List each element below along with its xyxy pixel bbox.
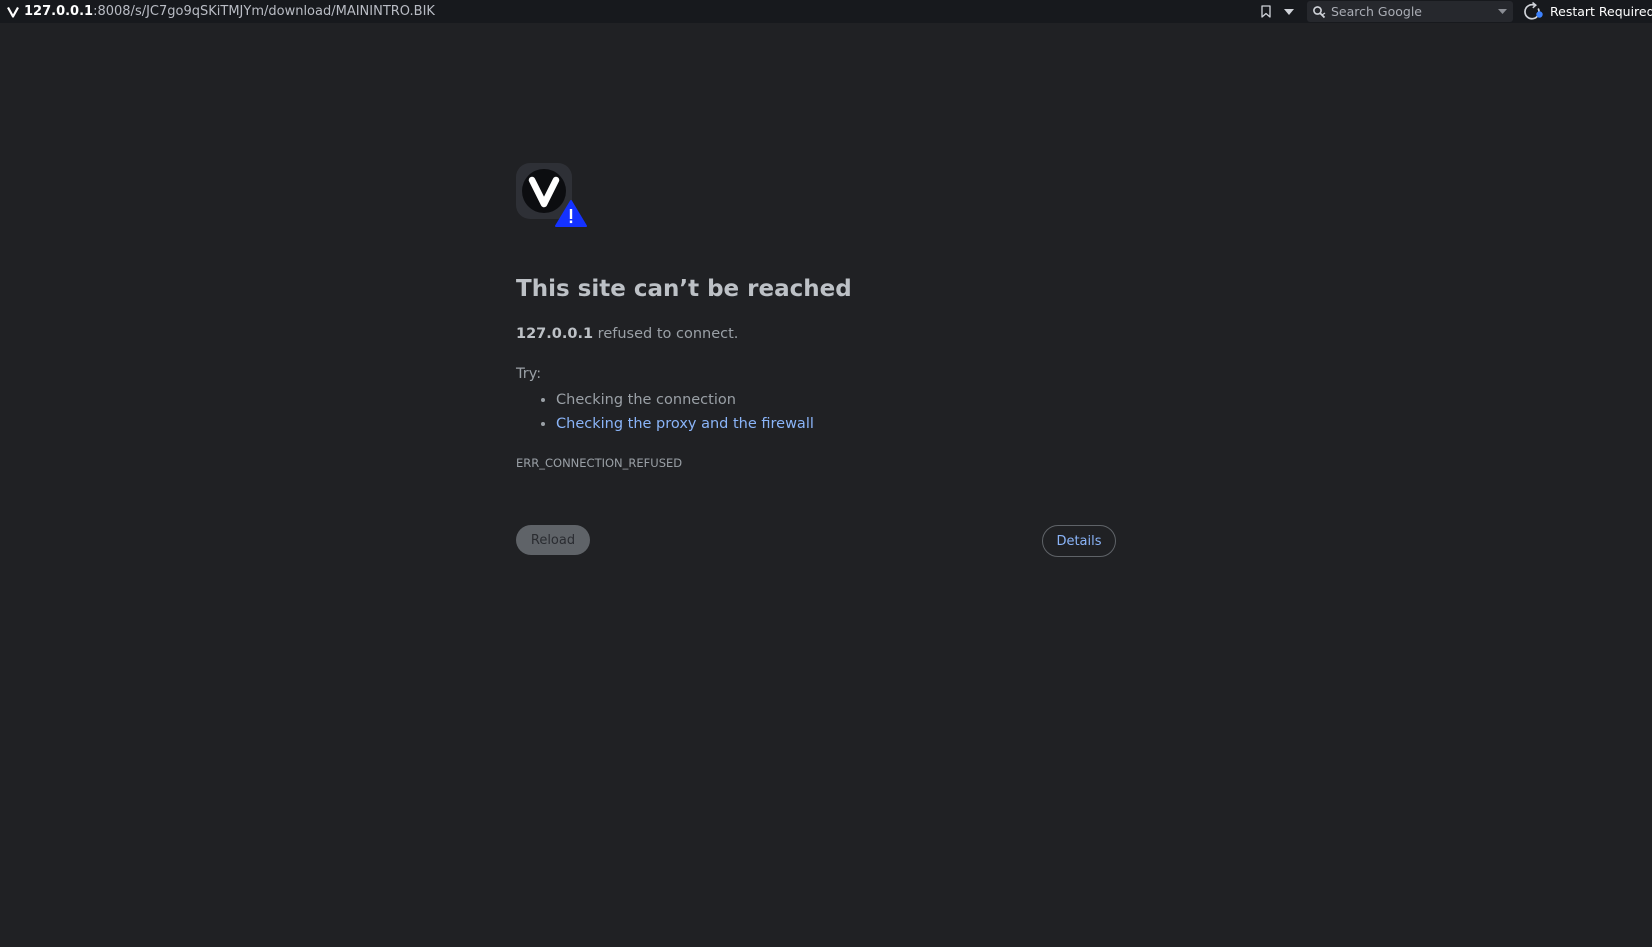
address-path: :8008/s/JC7go9qSKiTMJYm/download/MAININT…: [93, 4, 435, 19]
page-title: This site can’t be reached: [516, 276, 852, 302]
suggestion-item: Checking the proxy and the firewall: [556, 412, 814, 436]
details-button[interactable]: Details: [1042, 525, 1116, 557]
search-icon: [1312, 5, 1326, 19]
address-bar[interactable]: 127.0.0.1:8008/s/JC7go9qSKiTMJYm/downloa…: [24, 0, 435, 23]
chevron-down-icon[interactable]: [1280, 3, 1298, 20]
bookmark-icon[interactable]: [1258, 3, 1274, 20]
reload-button[interactable]: Reload: [516, 525, 590, 555]
error-host: 127.0.0.1: [516, 326, 594, 342]
suggestion-check-connection: Checking the connection: [556, 392, 736, 408]
search-field[interactable]: [1307, 1, 1513, 22]
error-summary: 127.0.0.1 refused to connect.: [516, 326, 738, 342]
restart-icon: [1522, 1, 1544, 22]
restart-label: Restart Required: [1550, 4, 1652, 19]
vivaldi-logo-icon[interactable]: [5, 4, 21, 20]
chevron-down-icon[interactable]: [1495, 4, 1509, 19]
error-logo-icon: [516, 163, 588, 229]
try-label: Try:: [516, 366, 542, 382]
address-host: 127.0.0.1: [24, 4, 94, 19]
suggestions-list: Checking the connection Checking the pro…: [516, 388, 814, 436]
restart-required-button[interactable]: Restart Required: [1522, 0, 1652, 23]
proxy-firewall-link[interactable]: Checking the proxy and the firewall: [556, 416, 814, 432]
error-code: ERR_CONNECTION_REFUSED: [516, 456, 683, 470]
suggestion-item: Checking the connection: [556, 388, 814, 412]
search-input[interactable]: [1326, 1, 1486, 22]
error-summary-text: refused to connect.: [593, 326, 739, 342]
browser-toolbar: 127.0.0.1:8008/s/JC7go9qSKiTMJYm/downloa…: [0, 0, 1652, 23]
